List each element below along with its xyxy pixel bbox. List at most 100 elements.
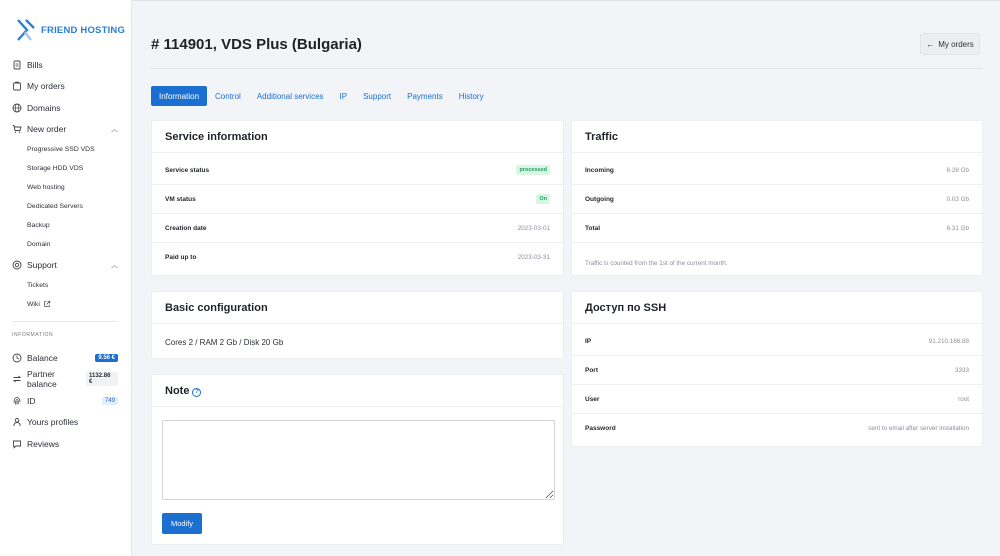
- support-icon: [12, 260, 22, 270]
- sidebar-subitem-web-hosting[interactable]: Web hosting: [0, 178, 132, 197]
- sidebar-subitem-progressive-ssd-vds[interactable]: Progressive SSD VDS: [0, 140, 132, 159]
- card-divider: [152, 406, 563, 407]
- row-value: 2023-03-01: [517, 224, 550, 232]
- row-label: Port: [585, 366, 598, 374]
- partner-balance-badge: 1132.86 €: [86, 372, 118, 387]
- sidebar-item-partner-balance[interactable]: Partner balance 1132.86 €: [0, 369, 132, 391]
- modify-button[interactable]: Modify: [162, 513, 202, 534]
- sidebar-item-label: Balance: [27, 352, 58, 363]
- sidebar-subitem-backup[interactable]: Backup: [0, 216, 132, 235]
- tab-payments[interactable]: Payments: [399, 86, 451, 106]
- row-label: Password: [585, 425, 616, 432]
- service-status-badge: processed: [516, 165, 550, 175]
- row-label: IP: [585, 337, 592, 345]
- row-value: 6.31 Gb: [946, 224, 969, 232]
- sidebar-subitem-wiki[interactable]: Wiki: [0, 295, 132, 314]
- row-value: 3333: [954, 366, 969, 374]
- chevron-up-icon[interactable]: ︿: [111, 124, 118, 134]
- sidebar-item-reviews[interactable]: Reviews: [0, 433, 132, 455]
- help-icon[interactable]: ?: [192, 388, 202, 397]
- sidebar-item-label: Bills: [27, 59, 43, 70]
- sidebar-info: Balance 9.56 € Partner balance 1132.86 €…: [0, 347, 132, 455]
- page-title: # 114901, VDS Plus (Bulgaria): [151, 36, 362, 53]
- header-divider: [151, 68, 983, 69]
- card-title: Traffic: [585, 131, 619, 143]
- chevron-up-icon[interactable]: ︿: [111, 260, 118, 270]
- note-textarea[interactable]: [162, 420, 555, 500]
- sidebar-item-label: My orders: [27, 81, 65, 92]
- ssh-row: IP 91.210.166.88: [572, 327, 982, 356]
- chat-icon: [12, 439, 22, 449]
- configuration-text: Cores 2 / RAM 2 Gb / Disk 20 Gb: [165, 338, 284, 347]
- my-orders-button[interactable]: ← My orders: [920, 33, 980, 55]
- sidebar-item-bills[interactable]: Bills: [0, 54, 132, 76]
- card-title: Доступ по SSH: [585, 302, 667, 314]
- row-label: Outgoing: [585, 195, 614, 203]
- service-information-card: Service information Service status proce…: [151, 120, 564, 276]
- row-value: 6.28 Gb: [946, 166, 969, 174]
- card-title: Service information: [165, 131, 268, 143]
- sidebar-item-label: Support: [27, 259, 57, 270]
- sidebar-item-yours-profiles[interactable]: Yours profiles: [0, 412, 132, 434]
- sidebar-subitem-tickets[interactable]: Tickets: [0, 276, 132, 295]
- vm-status-badge: On: [536, 194, 550, 204]
- sidebar: FRIEND HOSTING Bills My orders Domains N…: [0, 0, 132, 556]
- sidebar-item-domains[interactable]: Domains: [0, 97, 132, 119]
- brand-name: FRIEND HOSTING: [41, 24, 126, 36]
- row-label: Service status: [165, 166, 210, 174]
- sidebar-item-label: Yours profiles: [27, 417, 79, 428]
- info-row: Service status processed: [152, 156, 563, 185]
- sidebar-item-id[interactable]: ID 749: [0, 390, 132, 412]
- my-orders-label: My orders: [938, 39, 974, 49]
- sidebar-item-label: Domains: [27, 102, 61, 113]
- row-value: sent to email after server installation: [868, 425, 969, 432]
- sidebar-nav: Bills My orders Domains New order ︿ Prog…: [0, 54, 132, 314]
- exchange-icon: [12, 374, 22, 384]
- sidebar-item-label: New order: [27, 124, 67, 135]
- note-title-wrap: Note?: [165, 385, 202, 397]
- info-row: VM status On: [152, 185, 563, 214]
- sidebar-subitem-dedicated-servers[interactable]: Dedicated Servers: [0, 197, 132, 216]
- tab-ip[interactable]: IP: [332, 86, 356, 106]
- user-icon: [12, 417, 22, 427]
- row-label: Total: [585, 224, 601, 232]
- row-label: VM status: [165, 195, 196, 203]
- sidebar-section-label: INFORMATION: [12, 332, 54, 338]
- card-divider: [152, 323, 563, 324]
- sidebar-item-label: ID: [27, 395, 36, 406]
- sidebar-subitem-storage-hdd-vds[interactable]: Storage HDD VDS: [0, 159, 132, 178]
- sidebar-item-balance[interactable]: Balance 9.56 €: [0, 347, 132, 369]
- sidebar-item-new-order[interactable]: New order ︿: [0, 119, 132, 141]
- ssh-row: Port 3333: [572, 356, 982, 385]
- card-title: Note: [165, 385, 190, 397]
- brand-logo[interactable]: FRIEND HOSTING: [14, 18, 125, 42]
- row-label: Incoming: [585, 166, 614, 174]
- sidebar-item-my-orders[interactable]: My orders: [0, 76, 132, 98]
- card-divider: [572, 152, 982, 153]
- info-row: Paid up to 2023-03-31: [152, 243, 563, 272]
- tab-information[interactable]: Information: [151, 86, 208, 106]
- traffic-row: Outgoing 0.03 Gb: [572, 185, 982, 214]
- card-divider: [152, 152, 563, 153]
- fingerprint-icon: [12, 396, 22, 406]
- row-label: User: [585, 395, 600, 403]
- sidebar-subitem-domain[interactable]: Domain: [0, 235, 132, 254]
- arrow-left-icon: ←: [926, 39, 935, 49]
- sidebar-item-label: Partner balance: [27, 369, 57, 390]
- row-value: 91.210.166.88: [928, 337, 969, 345]
- traffic-row: Total 6.31 Gb: [572, 214, 982, 243]
- row-value: root: [958, 395, 969, 403]
- balance-badge: 9.56 €: [95, 353, 118, 362]
- tab-support[interactable]: Support: [355, 86, 399, 106]
- cart-icon: [12, 81, 22, 91]
- sidebar-item-label: Reviews: [27, 438, 60, 449]
- tab-additional-services[interactable]: Additional services: [249, 86, 332, 106]
- traffic-row: Incoming 6.28 Gb: [572, 156, 982, 185]
- row-value: 0.03 Gb: [946, 195, 969, 203]
- tab-control[interactable]: Control: [207, 86, 249, 106]
- sidebar-item-support[interactable]: Support ︿: [0, 254, 132, 276]
- tab-history[interactable]: History: [451, 86, 492, 106]
- ssh-row: Password sent to email after server inst…: [572, 414, 982, 443]
- row-label: Creation date: [165, 224, 207, 232]
- row-label: Paid up to: [165, 254, 197, 261]
